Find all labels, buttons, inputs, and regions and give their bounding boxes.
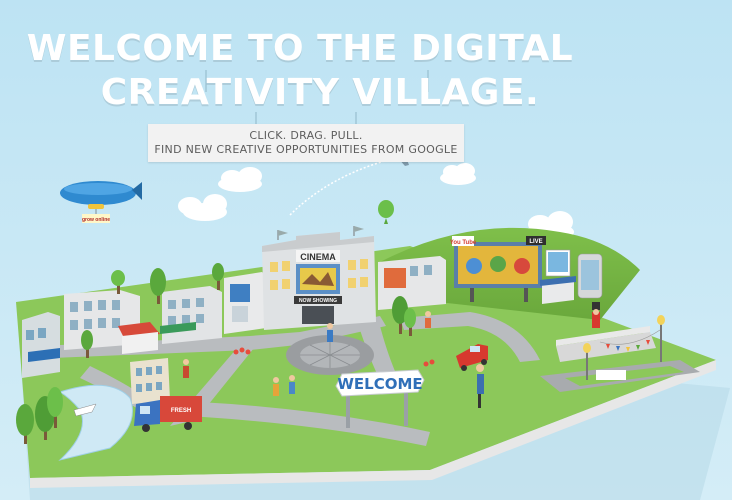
person [425,311,431,328]
truck-label: FRESH [171,408,191,414]
person [273,377,279,396]
building-left-1 [22,312,60,378]
person [327,323,333,342]
building-left-4 [224,272,266,334]
tagline-instruction: CLICK. DRAG. PULL. [249,129,363,142]
youtube-logo-text: You Tube [450,240,477,246]
guard [592,302,600,328]
cinema-sign: CINEMA [300,252,336,262]
tagline-subtitle: FIND NEW CREATIVE OPPORTUNITIES FROM GOO… [154,143,458,156]
headline-line-2: CREATIVITY VILLAGE. [100,72,540,113]
shop-right [540,276,576,304]
blimp-banner-text: grow online [82,217,110,223]
person [289,375,295,394]
tagline-banner: CLICK. DRAG. PULL. FIND NEW CREATIVE OPP… [148,124,464,162]
small-billboard [545,249,571,277]
headline-line-1: WELCOME TO THE DIGITAL [26,28,574,69]
building-left-3 [160,286,222,344]
welcome-sign-text: WELCOME [337,375,422,393]
red-roof-house [118,322,160,354]
live-badge: LIVE [529,239,542,245]
phone-tower [577,253,603,299]
building-right-1 [378,256,446,310]
person [183,359,189,378]
cinema-marquee: NOW SHOWING [299,298,337,304]
